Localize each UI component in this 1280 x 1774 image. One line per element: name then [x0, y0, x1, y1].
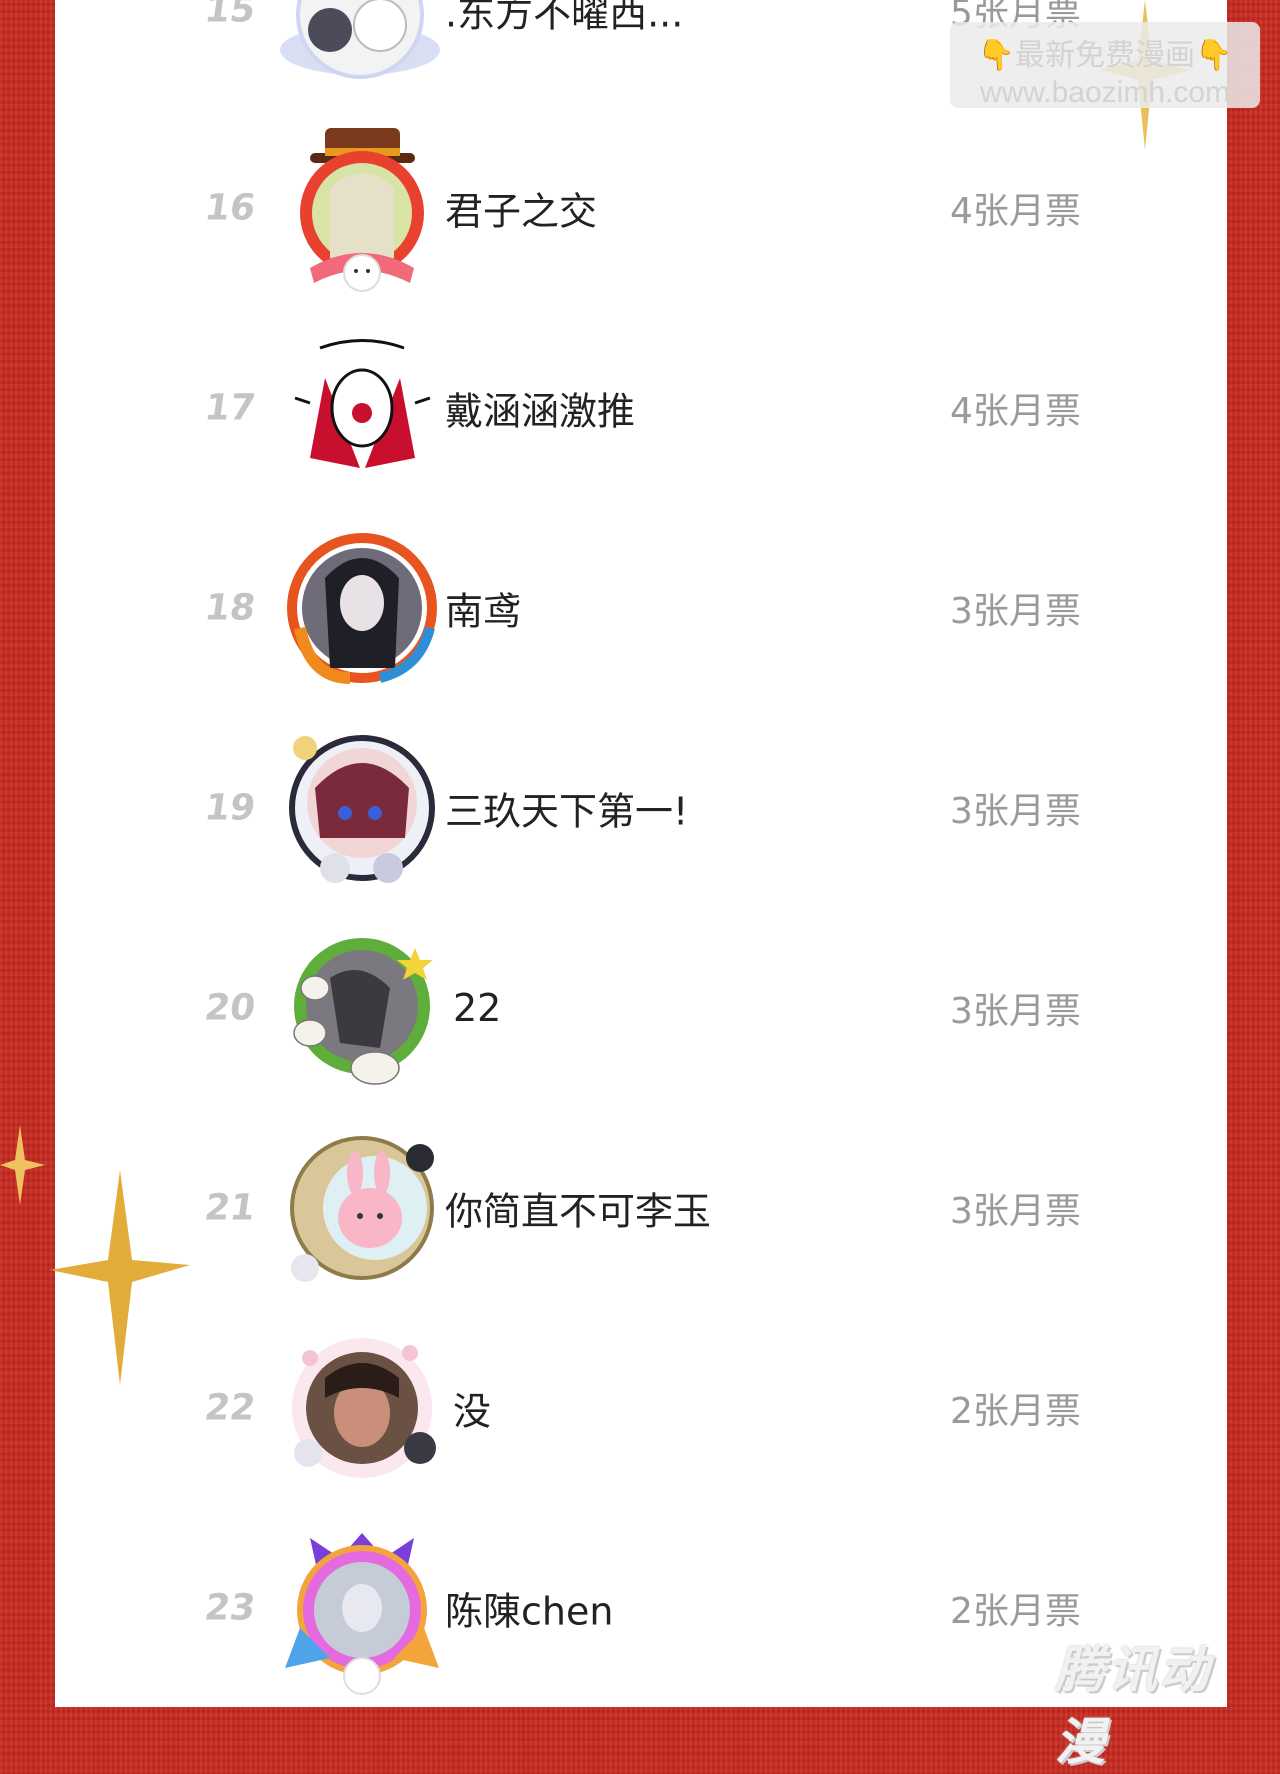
- vote-count: 4张月票: [950, 391, 1081, 432]
- user-avatar[interactable]: [270, 918, 450, 1098]
- username: 22: [453, 986, 502, 1030]
- username: .东方不曜西...: [445, 0, 684, 36]
- vote-count: 3张月票: [950, 791, 1081, 832]
- username: 三玖天下第一!: [445, 789, 689, 834]
- ranking-row[interactable]: 16 君子之交 4张月票: [55, 118, 1227, 298]
- vote-count: 3张月票: [950, 591, 1081, 632]
- watermark-line1: 👇最新免费漫画👇: [977, 39, 1233, 72]
- user-avatar[interactable]: [270, 318, 450, 498]
- user-avatar[interactable]: [270, 1318, 450, 1498]
- username: 没: [453, 1389, 492, 1434]
- username: 君子之交: [445, 189, 598, 234]
- watermark-line2: www.baozimh.com: [979, 76, 1231, 109]
- ranking-row[interactable]: 18 南鸢 3张月票: [55, 518, 1227, 698]
- user-avatar[interactable]: [270, 118, 450, 298]
- user-avatar[interactable]: [270, 0, 450, 100]
- brand-logo: 腾讯动漫: [1055, 1641, 1211, 1771]
- user-avatar[interactable]: [270, 1518, 450, 1698]
- gold-sparkle-icon: [0, 1125, 45, 1205]
- user-avatar[interactable]: [270, 518, 450, 698]
- ranking-row[interactable]: 21 你简直不可李玉 3张月票: [55, 1118, 1227, 1298]
- ranking-panel: 15 .东方不曜西... 5张月票 16 君子之交 4张月票 17 戴涵涵激推 …: [55, 0, 1227, 1707]
- ranking-row[interactable]: 17 戴涵涵激推 4张月票: [55, 318, 1227, 498]
- site-watermark: 👇最新免费漫画👇 www.baozimh.com: [950, 22, 1260, 109]
- vote-count: 3张月票: [950, 1191, 1081, 1232]
- username: 南鸢: [445, 589, 522, 634]
- gold-sparkle-icon: [50, 1170, 190, 1385]
- ranking-row[interactable]: 22 没 2张月票: [55, 1318, 1227, 1498]
- ranking-row[interactable]: 23 陈陳chen 2张月票: [55, 1518, 1227, 1698]
- vote-count: 2张月票: [950, 1591, 1081, 1632]
- user-avatar[interactable]: [270, 718, 450, 898]
- username: 你简直不可李玉: [445, 1189, 712, 1234]
- ranking-row[interactable]: 20 22 3张月票: [55, 918, 1227, 1098]
- username: 陈陳chen: [445, 1589, 614, 1634]
- user-avatar[interactable]: [270, 1118, 450, 1298]
- vote-count: 3张月票: [950, 991, 1081, 1032]
- vote-count: 2张月票: [950, 1391, 1081, 1432]
- vote-count: 4张月票: [950, 191, 1081, 232]
- ranking-row[interactable]: 19 三玖天下第一! 3张月票: [55, 718, 1227, 898]
- username: 戴涵涵激推: [445, 389, 636, 434]
